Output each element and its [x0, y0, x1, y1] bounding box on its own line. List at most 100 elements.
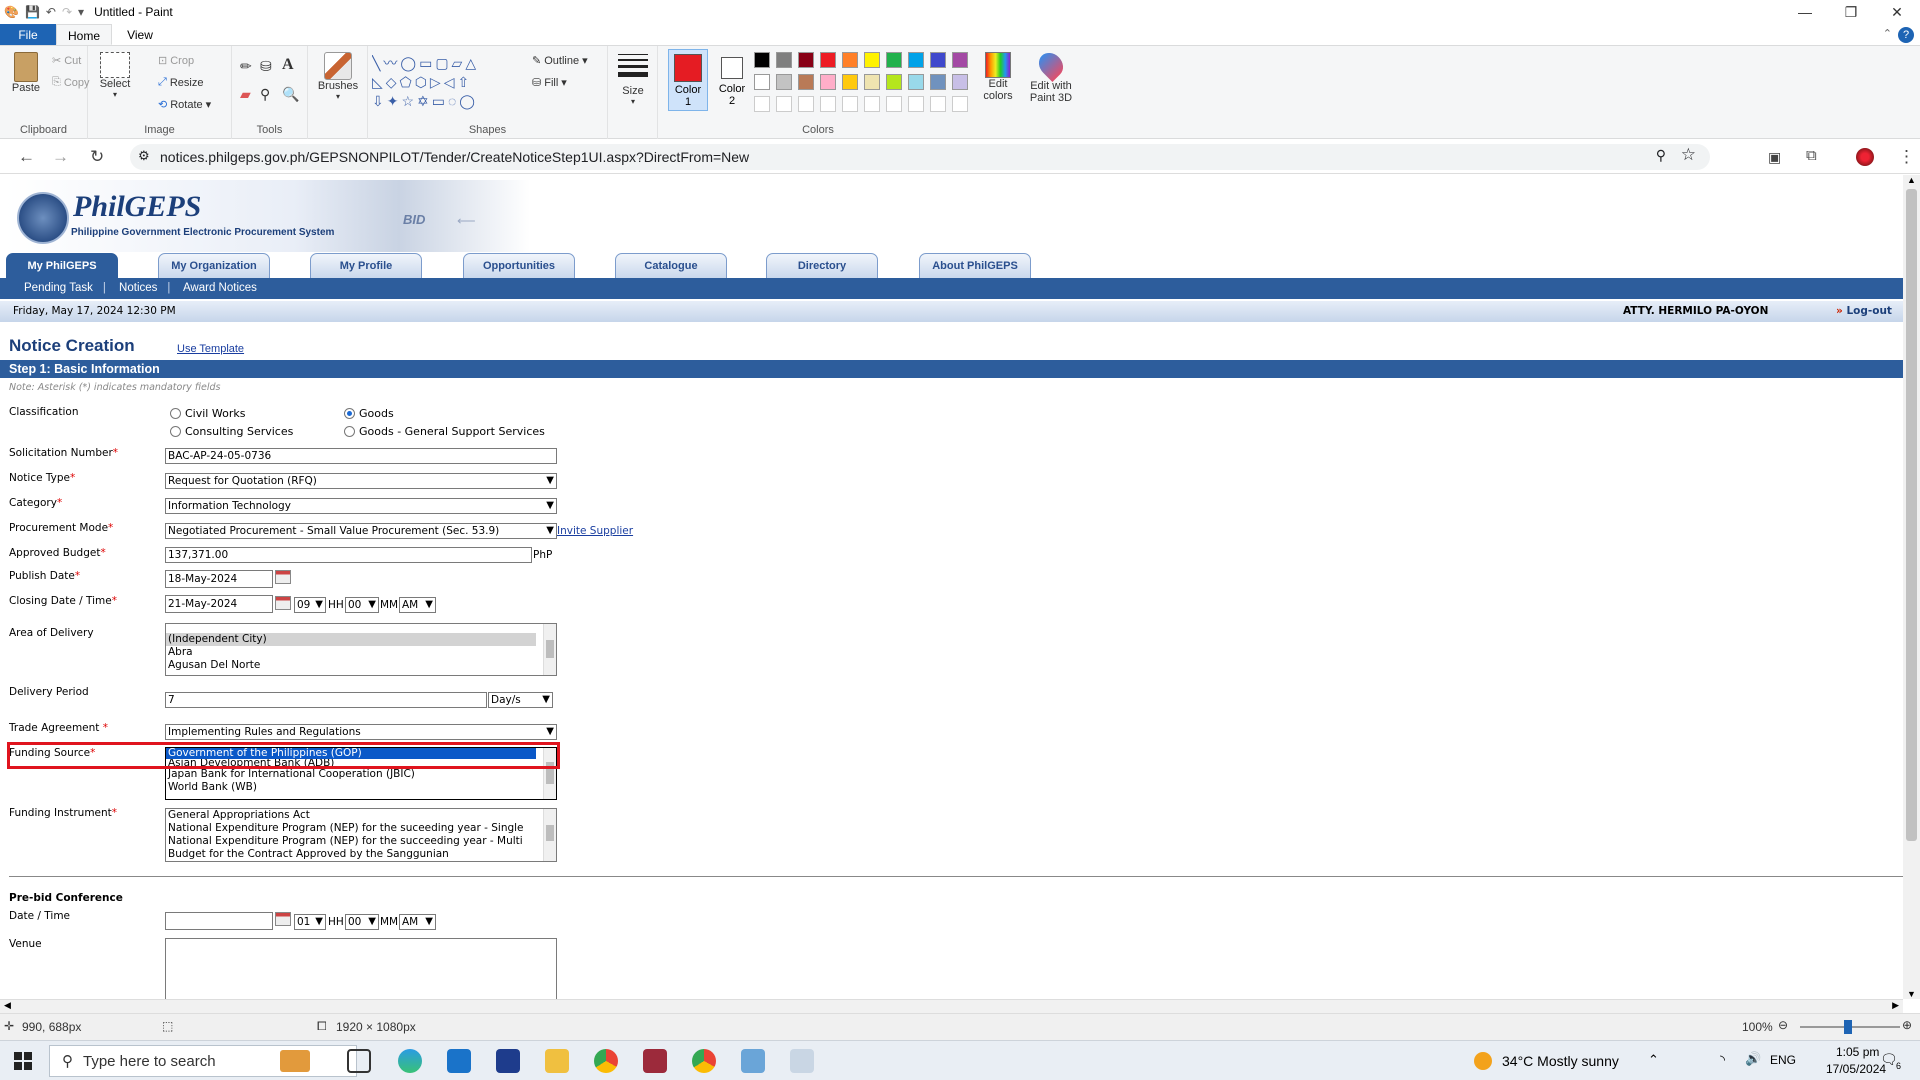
color-picker-icon[interactable]: ⚲: [260, 86, 270, 103]
calendar-icon[interactable]: [275, 912, 291, 926]
prebid-date-input[interactable]: [165, 912, 273, 930]
extension-icon[interactable]: ▣: [1768, 149, 1781, 166]
color-swatch[interactable]: [820, 74, 836, 90]
bookmark-star-icon[interactable]: ☆: [1681, 145, 1696, 165]
zoom-in-icon[interactable]: ⊕: [1902, 1018, 1912, 1032]
empty-color-swatch[interactable]: [842, 96, 858, 112]
nav-opportunities[interactable]: Opportunities: [463, 253, 575, 279]
tab-home[interactable]: Home: [56, 24, 112, 45]
scroll-up-icon[interactable]: ▲: [1907, 175, 1916, 185]
tray-chevron-icon[interactable]: ⌃: [1648, 1052, 1659, 1068]
list-item[interactable]: Japan Bank for International Cooperation…: [166, 768, 536, 781]
copy-button[interactable]: ⎘ Copy: [52, 76, 90, 89]
radio-consulting-services[interactable]: Consulting Services: [170, 425, 293, 438]
back-icon[interactable]: ←: [18, 147, 35, 167]
undo-icon[interactable]: ↶: [46, 5, 56, 19]
scroll-right-icon[interactable]: ▶: [1892, 1000, 1899, 1011]
list-item[interactable]: National Expenditure Program (NEP) for t…: [166, 822, 536, 835]
calendar-icon[interactable]: [275, 596, 291, 610]
color-swatch[interactable]: [776, 74, 792, 90]
color-swatch[interactable]: [754, 74, 770, 90]
app-blue-icon[interactable]: [741, 1049, 765, 1073]
zoom-icon[interactable]: ⚲: [1656, 147, 1666, 164]
color-swatch[interactable]: [952, 74, 968, 90]
color-swatch[interactable]: [842, 52, 858, 68]
clock-date[interactable]: 17/05/2024: [1826, 1062, 1886, 1076]
prebid-minute-select[interactable]: 00 ▼: [345, 914, 379, 930]
venue-textarea[interactable]: [165, 938, 557, 999]
tab-view[interactable]: View: [112, 24, 168, 45]
file-explorer-icon[interactable]: [545, 1049, 569, 1073]
customize-toolbar-icon[interactable]: ▾: [78, 5, 84, 19]
weather-icon[interactable]: [1474, 1052, 1492, 1070]
solicitation-number-input[interactable]: BAC-AP-24-05-0736: [165, 448, 557, 464]
nav-my-philgeps[interactable]: My PhilGEPS: [6, 253, 118, 279]
clock-time[interactable]: 1:05 pm: [1836, 1045, 1879, 1059]
edit-paint3d-button[interactable]: Edit with Paint 3D: [1026, 48, 1076, 104]
empty-color-swatch[interactable]: [754, 96, 770, 112]
empty-color-swatch[interactable]: [776, 96, 792, 112]
list-item[interactable]: Agusan Del Norte: [166, 659, 536, 672]
empty-color-swatch[interactable]: [798, 96, 814, 112]
crop-button[interactable]: ⊡ Crop: [158, 54, 194, 68]
mail-icon[interactable]: [447, 1049, 471, 1073]
publish-date-input[interactable]: 18-May-2024: [165, 570, 273, 588]
profile-avatar[interactable]: [1856, 148, 1874, 166]
delivery-period-unit-select[interactable]: Day/s ▼: [488, 692, 553, 708]
logout-link[interactable]: » Log-out: [1836, 301, 1892, 322]
scroll-down-icon[interactable]: ▼: [1907, 989, 1916, 999]
procurement-mode-select[interactable]: Negotiated Procurement - Small Value Pro…: [165, 523, 557, 539]
paste-button[interactable]: Paste: [8, 52, 44, 94]
scroll-left-icon[interactable]: ◀: [4, 1000, 11, 1011]
page-scrollbar[interactable]: ▲ ▼: [1903, 175, 1920, 999]
empty-color-swatch[interactable]: [864, 96, 880, 112]
redo-icon[interactable]: ↷: [62, 5, 72, 19]
color-swatch[interactable]: [820, 52, 836, 68]
scrollbar[interactable]: [543, 624, 556, 675]
taskbar-search[interactable]: ⚲ Type here to search: [49, 1045, 357, 1077]
nav-my-profile[interactable]: My Profile: [310, 253, 422, 279]
browser-menu-icon[interactable]: ⋮: [1898, 147, 1915, 167]
closing-minute-select[interactable]: 00 ▼: [345, 597, 379, 613]
help-icon[interactable]: ?: [1898, 27, 1914, 43]
network-icon[interactable]: ◝: [1720, 1052, 1725, 1068]
maximize-button[interactable]: ❐: [1828, 0, 1874, 24]
eraser-icon[interactable]: ▰: [240, 86, 251, 103]
philgeps-logo[interactable]: PhilGEPS: [73, 190, 201, 224]
radio-goods-general-support[interactable]: Goods - General Support Services: [344, 425, 545, 438]
trade-agreement-select[interactable]: Implementing Rules and Regulations ▼: [165, 724, 557, 740]
calendar-icon[interactable]: [275, 570, 291, 584]
magnifier-icon[interactable]: 🔍: [282, 86, 299, 103]
app-g-icon[interactable]: [643, 1049, 667, 1073]
tab-file[interactable]: File: [0, 24, 56, 45]
closing-date-input[interactable]: 21-May-2024: [165, 595, 273, 613]
resize-button[interactable]: ⤢ Resize: [158, 76, 203, 89]
funding-instrument-list[interactable]: General Appropriations Act National Expe…: [165, 808, 557, 862]
fill-button[interactable]: ⛁ Fill ▾: [532, 76, 567, 90]
zoom-slider[interactable]: [1800, 1020, 1900, 1034]
scrollbar-thumb[interactable]: [546, 825, 554, 841]
list-item[interactable]: Abra: [166, 646, 536, 659]
empty-color-swatch[interactable]: [820, 96, 836, 112]
color-swatch[interactable]: [952, 52, 968, 68]
empty-color-swatch[interactable]: [908, 96, 924, 112]
nav-my-organization[interactable]: My Organization: [158, 253, 270, 279]
forward-icon[interactable]: →: [52, 147, 69, 167]
list-item[interactable]: National Expenditure Program (NEP) for t…: [166, 835, 536, 848]
edge-icon[interactable]: [398, 1049, 422, 1073]
chrome-icon[interactable]: [594, 1049, 618, 1073]
empty-color-swatch[interactable]: [952, 96, 968, 112]
paint-taskbar-icon[interactable]: [790, 1049, 814, 1073]
size-button[interactable]: Size ▾: [616, 54, 650, 106]
nav-catalogue[interactable]: Catalogue: [615, 253, 727, 279]
color-swatch[interactable]: [908, 52, 924, 68]
save-icon[interactable]: 💾: [25, 5, 40, 19]
scrollbar-thumb[interactable]: [1906, 189, 1917, 841]
reload-icon[interactable]: ↻: [90, 147, 104, 167]
canvas-horizontal-scrollbar[interactable]: ◀ ▶: [0, 999, 1903, 1013]
list-item[interactable]: Budget for the Contract Approved by the …: [166, 848, 536, 861]
text-tool-icon[interactable]: A: [282, 56, 294, 74]
radio-goods[interactable]: Goods: [344, 407, 394, 420]
color-swatch[interactable]: [798, 74, 814, 90]
list-item[interactable]: World Bank (WB): [166, 781, 536, 794]
